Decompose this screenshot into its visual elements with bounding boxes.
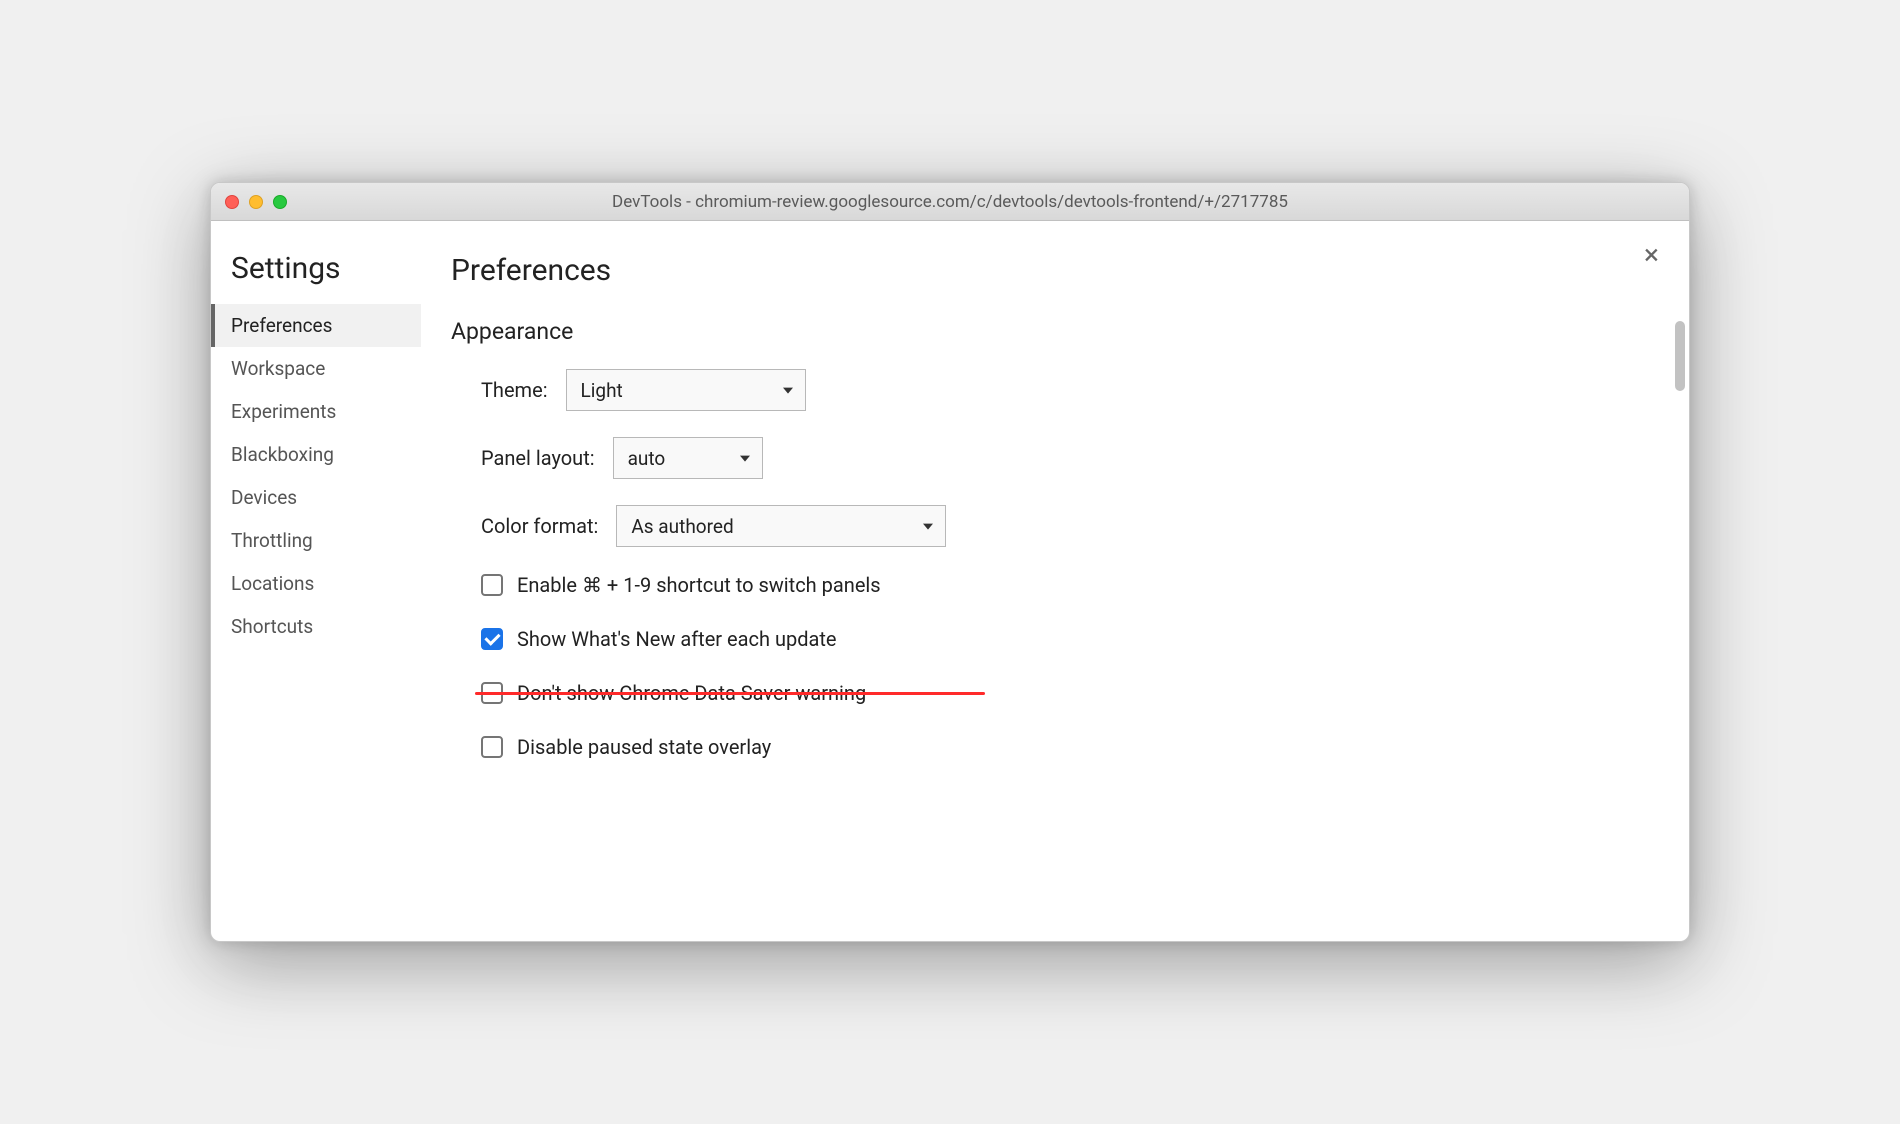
sidebar-item-preferences[interactable]: Preferences bbox=[211, 304, 421, 347]
maximize-window-icon[interactable] bbox=[273, 195, 287, 209]
theme-label: Theme: bbox=[481, 378, 548, 402]
close-window-icon[interactable] bbox=[225, 195, 239, 209]
scrollbar[interactable] bbox=[1675, 321, 1685, 391]
color-format-select[interactable]: As authored bbox=[616, 505, 946, 547]
devtools-window: DevTools - chromium-review.googlesource.… bbox=[210, 182, 1690, 942]
page-title: Preferences bbox=[451, 253, 1639, 288]
close-settings-button[interactable]: × bbox=[1644, 241, 1659, 269]
check-data-saver-warning: Don't show Chrome Data Saver warning bbox=[481, 681, 1639, 705]
check-label: Disable paused state overlay bbox=[517, 735, 771, 759]
chevron-down-icon bbox=[923, 524, 933, 530]
theme-row: Theme: Light bbox=[481, 369, 1639, 411]
window-titlebar: DevTools - chromium-review.googlesource.… bbox=[211, 183, 1689, 221]
check-label: Show What's New after each update bbox=[517, 627, 837, 651]
sidebar-item-workspace[interactable]: Workspace bbox=[211, 347, 421, 390]
settings-main: Preferences Appearance Theme: Light Pane… bbox=[421, 221, 1689, 941]
settings-panel: × Settings Preferences Workspace Experim… bbox=[211, 221, 1689, 941]
sidebar-item-devices[interactable]: Devices bbox=[211, 476, 421, 519]
check-enable-shortcut: Enable ⌘ + 1-9 shortcut to switch panels bbox=[481, 573, 1639, 597]
sidebar-item-locations[interactable]: Locations bbox=[211, 562, 421, 605]
window-title: DevTools - chromium-review.googlesource.… bbox=[211, 192, 1689, 212]
checkbox-enable-shortcut[interactable] bbox=[481, 574, 503, 596]
check-label: Enable ⌘ + 1-9 shortcut to switch panels bbox=[517, 573, 881, 597]
panel-layout-select-value: auto bbox=[628, 447, 666, 470]
chevron-down-icon bbox=[783, 388, 793, 394]
panel-layout-label: Panel layout: bbox=[481, 446, 595, 470]
checkbox-disable-paused-overlay[interactable] bbox=[481, 736, 503, 758]
checkbox-show-whats-new[interactable] bbox=[481, 628, 503, 650]
settings-sidebar: Settings Preferences Workspace Experimen… bbox=[211, 221, 421, 941]
panel-layout-row: Panel layout: auto bbox=[481, 437, 1639, 479]
section-appearance: Appearance bbox=[451, 318, 1639, 345]
check-show-whats-new: Show What's New after each update bbox=[481, 627, 1639, 651]
theme-select[interactable]: Light bbox=[566, 369, 806, 411]
traffic-lights bbox=[225, 195, 287, 209]
color-format-label: Color format: bbox=[481, 514, 598, 538]
sidebar-item-experiments[interactable]: Experiments bbox=[211, 390, 421, 433]
chevron-down-icon bbox=[740, 456, 750, 462]
panel-layout-select[interactable]: auto bbox=[613, 437, 763, 479]
color-format-select-value: As authored bbox=[631, 515, 733, 538]
sidebar-heading: Settings bbox=[211, 251, 421, 304]
color-format-row: Color format: As authored bbox=[481, 505, 1639, 547]
check-disable-paused-overlay: Disable paused state overlay bbox=[481, 735, 1639, 759]
minimize-window-icon[interactable] bbox=[249, 195, 263, 209]
sidebar-item-throttling[interactable]: Throttling bbox=[211, 519, 421, 562]
sidebar-item-shortcuts[interactable]: Shortcuts bbox=[211, 605, 421, 648]
strikethrough-annotation bbox=[475, 692, 985, 695]
theme-select-value: Light bbox=[581, 379, 623, 402]
sidebar-item-blackboxing[interactable]: Blackboxing bbox=[211, 433, 421, 476]
sidebar-list: Preferences Workspace Experiments Blackb… bbox=[211, 304, 421, 648]
